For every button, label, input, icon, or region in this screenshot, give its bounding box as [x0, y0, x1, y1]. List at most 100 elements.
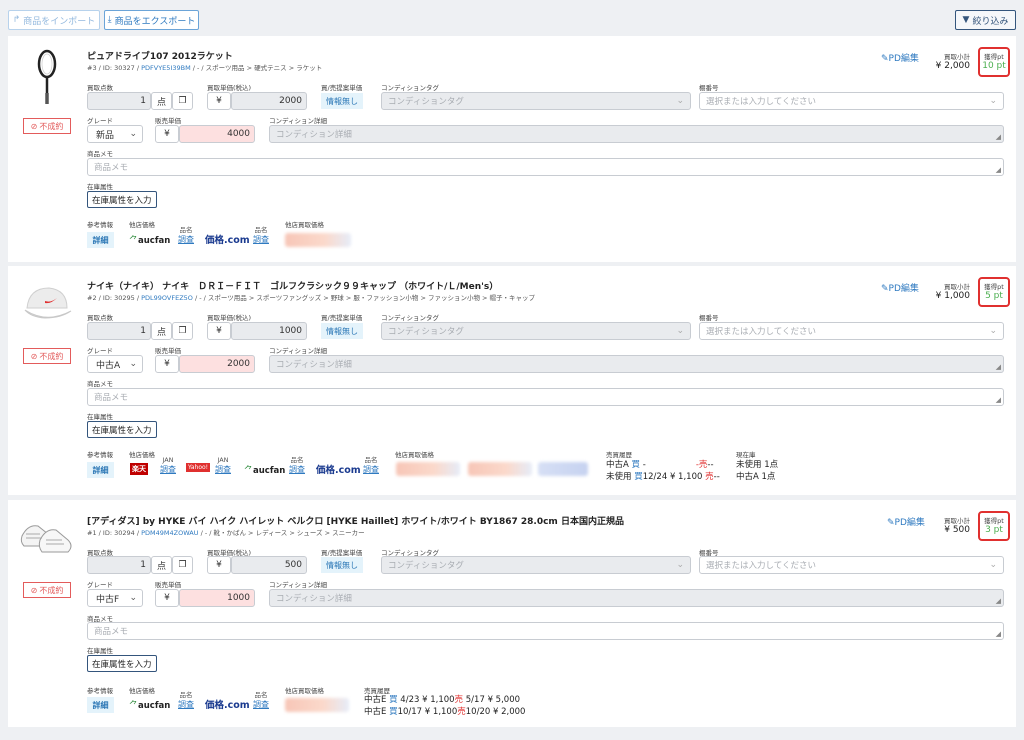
copy-icon: ❐ [178, 326, 187, 336]
other-price-label: 他店価格 [129, 221, 155, 229]
aucfan-search-link[interactable]: 調査 [289, 465, 305, 474]
detail-button[interactable]: 詳細 [87, 462, 114, 478]
grade-label: グレード [87, 117, 113, 125]
memo-textarea[interactable]: 商品メモ ◢ [87, 158, 1004, 176]
yahoo-search-link[interactable]: 調査 [215, 465, 231, 474]
memo-label: 商品メモ [87, 150, 113, 158]
kakaku-search-link[interactable]: 調査 [253, 700, 269, 709]
history-buy-price: ¥ 1,100 [669, 472, 703, 482]
kakaku-search-link[interactable]: 調査 [253, 235, 269, 244]
sell-price-input[interactable]: 1000 [179, 589, 255, 607]
aucfan-text: aucfan [253, 466, 286, 476]
export-products-button[interactable]: ⤓ 商品をエクスポート [104, 10, 199, 30]
subtotal-label: 買取小計 [944, 517, 970, 525]
shelf-select[interactable]: 選択または入力してください ⌄ [699, 556, 1004, 574]
pd-edit-link[interactable]: ✎PD編集 [881, 51, 919, 64]
unit-text: 点 [156, 97, 166, 108]
grade-select[interactable]: 中古F ⌄ [87, 589, 143, 607]
yahoo-search: JAN 調査 [215, 456, 231, 474]
pd-edit-label: PD編集 [888, 284, 919, 294]
points-label: 獲得pt [984, 283, 1004, 291]
condition-detail-textarea[interactable]: コンディション詳細 ◢ [269, 355, 1004, 373]
pd-edit-label: PD編集 [888, 54, 919, 64]
product-name-label: 品名 [179, 226, 193, 234]
unsold-badge[interactable]: ⊘ 不成約 [23, 118, 71, 134]
condition-tag-select[interactable]: コンディションタグ ⌄ [381, 92, 691, 110]
unsold-badge[interactable]: ⊘ 不成約 [23, 582, 71, 598]
condition-tag-placeholder: コンディションタグ [388, 561, 464, 571]
buy-qty-input[interactable]: 1 [87, 556, 151, 574]
pd-edit-link[interactable]: ✎PD編集 [881, 281, 919, 294]
buy-price-input[interactable]: 500 [231, 556, 307, 574]
rakuten-search-link[interactable]: 調査 [160, 465, 176, 474]
detail-button[interactable]: 詳細 [87, 232, 114, 248]
copy-button[interactable]: ❐ [172, 556, 193, 574]
grade-value: 中古A [96, 360, 121, 371]
other-buy-price-label: 他店買取価格 [395, 451, 434, 459]
subtotal-label: 買取小計 [944, 53, 970, 61]
yen-prefix: ¥ [155, 355, 179, 373]
history-buy-kind: 買 [389, 695, 398, 705]
kakaku-search-link[interactable]: 調査 [363, 465, 379, 474]
product-name-label: 品名 [290, 456, 304, 464]
condition-tag-select[interactable]: コンディションタグ ⌄ [381, 322, 691, 340]
resize-icon: ◢ [995, 363, 1001, 371]
kakaku-logo: 価格.com [205, 235, 250, 246]
sell-price-input[interactable]: 2000 [179, 355, 255, 373]
stock-attr-button-label: 在庫属性を入力 [92, 195, 152, 206]
history-row: 未使用 買12/24 ¥ 1,100 売-- [606, 471, 720, 483]
proposal-label: 買/売提案単価 [321, 314, 363, 322]
detail-label: 詳細 [92, 465, 109, 475]
pd-edit-link[interactable]: ✎PD編集 [887, 515, 925, 528]
product-name-label: 品名 [254, 691, 268, 699]
buy-qty-input[interactable]: 1 [87, 92, 151, 110]
condition-tag-placeholder: コンディションタグ [388, 327, 464, 337]
import-products-button[interactable]: ↱ 商品をインポート [8, 10, 100, 30]
buy-qty-value: 1 [140, 96, 146, 106]
sell-price-input[interactable]: 4000 [179, 125, 255, 143]
points-value: 3 pt [985, 525, 1003, 535]
grade-select[interactable]: 新品 ⌄ [87, 125, 143, 143]
stock-attr-button[interactable]: 在庫属性を入力 [87, 421, 157, 438]
pd-code-link[interactable]: PDL99OVFEZ5O [141, 294, 193, 302]
detail-button[interactable]: 詳細 [87, 697, 114, 713]
stock-attr-button[interactable]: 在庫属性を入力 [87, 191, 157, 208]
memo-textarea[interactable]: 商品メモ ◢ [87, 388, 1004, 406]
shelf-placeholder: 選択または入力してください [706, 561, 816, 571]
ref-info-label: 参考情報 [87, 451, 113, 459]
blurred-price [396, 462, 460, 476]
buy-qty-input[interactable]: 1 [87, 322, 151, 340]
pd-edit-label: PD編集 [894, 518, 925, 528]
pd-code-link[interactable]: PDFVYE5I39BM [141, 64, 191, 72]
shelf-select[interactable]: 選択または入力してください ⌄ [699, 322, 1004, 340]
product-path: #2 / ID: 30295 / PDL99OVFEZ5O / - / スポーツ… [87, 292, 535, 302]
history-buy-kind: 買 [389, 707, 398, 717]
buy-price-input[interactable]: 2000 [231, 92, 307, 110]
memo-textarea[interactable]: 商品メモ ◢ [87, 622, 1004, 640]
filter-button[interactable]: ▼ 絞り込み [955, 10, 1016, 30]
unsold-badge[interactable]: ⊘ 不成約 [23, 348, 71, 364]
detail-label: 詳細 [92, 700, 109, 710]
chevron-down-icon: ⌄ [129, 129, 137, 139]
condition-detail-textarea[interactable]: コンディション詳細 ◢ [269, 125, 1004, 143]
aucfan-search-link[interactable]: 調査 [178, 235, 194, 244]
points-value: 5 pt [985, 291, 1003, 301]
yen-prefix: ¥ [207, 322, 231, 340]
buy-price-value: 2000 [279, 96, 302, 106]
shelf-select[interactable]: 選択または入力してください ⌄ [699, 92, 1004, 110]
copy-button[interactable]: ❐ [172, 92, 193, 110]
condition-tag-select[interactable]: コンディションタグ ⌄ [381, 556, 691, 574]
unit-label: 点 [151, 556, 172, 574]
pd-code-link[interactable]: PDM49M4ZOWAU [141, 529, 198, 537]
history-buy-kind: 買 [631, 460, 641, 470]
copy-button[interactable]: ❐ [172, 322, 193, 340]
history-sell-date: 5/17 [465, 695, 485, 705]
ban-icon: ⊘ [30, 585, 38, 595]
grade-select[interactable]: 中古A ⌄ [87, 355, 143, 373]
grade-label: グレード [87, 581, 113, 589]
stock-attr-button[interactable]: 在庫属性を入力 [87, 655, 157, 672]
aucfan-logo: ⺈aucfan [244, 463, 285, 476]
aucfan-search-link[interactable]: 調査 [178, 700, 194, 709]
buy-price-input[interactable]: 1000 [231, 322, 307, 340]
condition-detail-textarea[interactable]: コンディション詳細 ◢ [269, 589, 1004, 607]
